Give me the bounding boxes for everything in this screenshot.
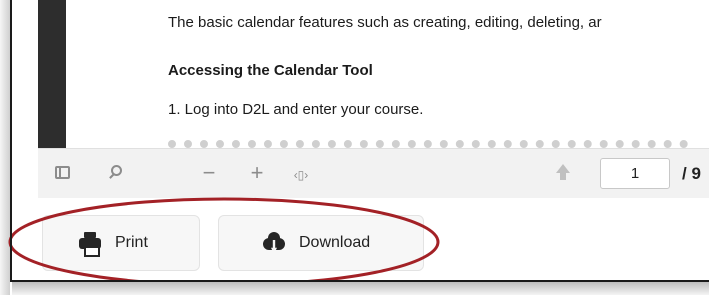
print-button[interactable]: Print	[42, 215, 200, 271]
pdf-viewer-screenshot: The basic calendar features such as crea…	[0, 0, 709, 295]
document-page: The basic calendar features such as crea…	[66, 0, 709, 148]
pdf-toolbar: − + ‹▯› / 9	[38, 148, 709, 198]
arrow-up-icon[interactable]	[552, 162, 574, 184]
cloud-download-icon	[263, 232, 285, 253]
printer-icon	[79, 232, 101, 257]
cutoff-text-line	[168, 134, 709, 148]
action-bar: Print Download	[12, 198, 709, 280]
zoom-out-button[interactable]: −	[198, 162, 220, 184]
search-icon[interactable]	[106, 162, 128, 184]
page-total: / 9	[682, 164, 701, 183]
download-button[interactable]: Download	[218, 215, 424, 271]
left-shadow	[0, 0, 10, 295]
zoom-in-button[interactable]: +	[246, 162, 268, 184]
download-label: Download	[299, 234, 371, 251]
bottom-shadow	[12, 282, 709, 295]
document-heading: Accessing the Calendar Tool	[168, 62, 373, 79]
print-label: Print	[115, 234, 148, 251]
frame-border	[10, 0, 12, 282]
sidebar-toggle-icon[interactable]	[52, 162, 74, 184]
page-number-input[interactable]	[600, 158, 670, 189]
fit-page-button[interactable]: ‹▯›	[290, 164, 312, 186]
sidebar-dark-strip	[38, 0, 66, 148]
document-text-line: 1. Log into D2L and enter your course.	[168, 101, 424, 118]
document-text-line: The basic calendar features such as crea…	[168, 14, 602, 31]
